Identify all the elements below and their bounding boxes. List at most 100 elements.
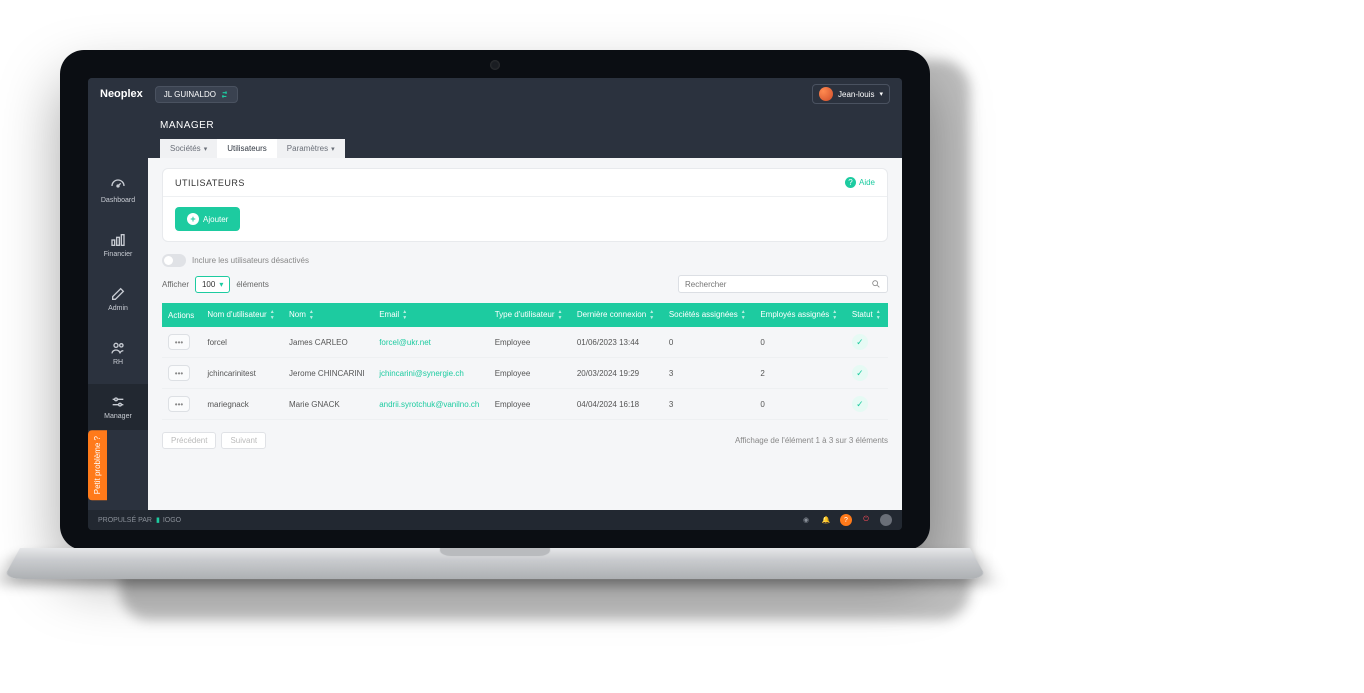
- col-last[interactable]: Dernière connexion: [571, 303, 663, 327]
- page-size-select[interactable]: 100 ▾: [195, 276, 230, 293]
- panel-header: UTILISATEURS ? Aide: [163, 169, 887, 197]
- main-content: UTILISATEURS ? Aide + Ajouter: [148, 158, 902, 510]
- chevron-down-icon: ▾: [219, 280, 223, 289]
- sidebar-item-rh[interactable]: RH: [88, 330, 148, 376]
- topbar: Neoplex JL GUINALDO Jean-louis ▾: [88, 78, 902, 110]
- help-icon: ?: [845, 177, 856, 188]
- cell-username: jchincarinitest: [201, 358, 283, 389]
- sidebar-item-dashboard[interactable]: Dashboard: [88, 168, 148, 214]
- tab-utilisateurs[interactable]: Utilisateurs: [217, 139, 277, 158]
- help-icon[interactable]: ?: [840, 514, 852, 526]
- cell-emp: 0: [754, 389, 846, 420]
- user-menu[interactable]: Jean-louis ▾: [812, 84, 890, 104]
- laptop-base: [3, 548, 987, 579]
- status-badge: ✓: [852, 365, 868, 381]
- sort-icon: [649, 309, 654, 321]
- avatar[interactable]: [880, 514, 892, 526]
- tab-bar: Sociétés ▾ Utilisateurs Paramètres ▾: [148, 139, 902, 158]
- search-icon: [871, 279, 881, 289]
- vendor: IOGO: [163, 517, 181, 524]
- prev-button[interactable]: Précédent: [162, 432, 216, 449]
- cell-username: forcel: [201, 327, 283, 358]
- tab-societes[interactable]: Sociétés ▾: [160, 139, 217, 158]
- cell-name: Jerome CHINCARINI: [283, 358, 373, 389]
- edit-icon: [110, 286, 126, 302]
- chevron-down-icon: ▾: [331, 145, 335, 153]
- section-header: MANAGER Sociétés ▾ Utilisateurs Paramètr…: [88, 110, 902, 158]
- table-row: •••forcelJames CARLEOforcel@ukr.netEmplo…: [162, 327, 888, 358]
- col-type[interactable]: Type d'utilisateur: [489, 303, 571, 327]
- col-email[interactable]: Email: [373, 303, 489, 327]
- cell-username: mariegnack: [201, 389, 283, 420]
- laptop-frame: Neoplex JL GUINALDO Jean-louis ▾ MANAGER…: [60, 50, 930, 550]
- cell-email[interactable]: andrii.syrotchuk@vanilnо.ch: [373, 389, 489, 420]
- col-username[interactable]: Nom d'utilisateur: [201, 303, 283, 327]
- sort-icon: [558, 309, 563, 321]
- feedback-tab[interactable]: Petit problème ?: [88, 430, 107, 500]
- cell-last: 01/06/2023 13:44: [571, 327, 663, 358]
- users-icon: [110, 340, 126, 356]
- col-actions: Actions: [162, 303, 201, 327]
- app-screen: Neoplex JL GUINALDO Jean-louis ▾ MANAGER…: [88, 78, 902, 530]
- avatar: [819, 87, 833, 101]
- tab-parametres[interactable]: Paramètres ▾: [277, 139, 345, 158]
- search-box[interactable]: [678, 275, 888, 293]
- cell-type: Employee: [489, 327, 571, 358]
- status-badge: ✓: [852, 334, 868, 350]
- cell-emp: 2: [754, 358, 846, 389]
- plus-icon: +: [187, 213, 199, 225]
- table-controls: Afficher 100 ▾ éléments: [162, 275, 888, 293]
- chart-icon: [110, 232, 126, 248]
- pagination: Précédent Suivant Affichage de l'élément…: [162, 432, 888, 449]
- col-emp[interactable]: Employés assignés: [754, 303, 846, 327]
- cell-email[interactable]: jchincarini@synergie.ch: [373, 358, 489, 389]
- brand: Neoplex: [100, 88, 143, 100]
- show-suffix: éléments: [236, 280, 268, 289]
- col-name[interactable]: Nom: [283, 303, 373, 327]
- org-name: JL GUINALDO: [164, 90, 216, 99]
- cell-type: Employee: [489, 358, 571, 389]
- sidebar-item-label: Admin: [108, 305, 128, 312]
- sidebar-item-label: Manager: [104, 413, 132, 420]
- chevron-down-icon: ▾: [879, 90, 883, 98]
- users-panel: UTILISATEURS ? Aide + Ajouter: [162, 168, 888, 242]
- cell-emp: 0: [754, 327, 846, 358]
- col-status[interactable]: Statut: [846, 303, 888, 327]
- sidebar-item-label: Dashboard: [101, 197, 135, 204]
- sort-icon: [832, 309, 837, 321]
- next-button[interactable]: Suivant: [221, 432, 266, 449]
- sidebar-item-manager[interactable]: Manager: [88, 384, 148, 430]
- search-input[interactable]: [685, 280, 865, 289]
- help-link[interactable]: ? Aide: [845, 177, 875, 188]
- table-row: •••mariegnackMarie GNACKandrii.syrotchuk…: [162, 389, 888, 420]
- sidebar-item-admin[interactable]: Admin: [88, 276, 148, 322]
- row-actions-button[interactable]: •••: [168, 396, 190, 412]
- row-actions-button[interactable]: •••: [168, 365, 190, 381]
- org-switcher[interactable]: JL GUINALDO: [155, 86, 238, 103]
- table-row: ••• jchincarinitestJerome CHINCARINIjchin…: [162, 358, 888, 389]
- cell-soc: 3: [663, 358, 755, 389]
- page-title: MANAGER: [148, 116, 902, 135]
- show-prefix: Afficher: [162, 280, 189, 289]
- col-soc[interactable]: Sociétés assignées: [663, 303, 755, 327]
- power-icon[interactable]: ⏻: [860, 514, 872, 526]
- row-actions-button[interactable]: •••: [168, 334, 190, 350]
- cell-type: Employee: [489, 389, 571, 420]
- bell-icon[interactable]: 🔔: [820, 514, 832, 526]
- status-badge: ✓: [852, 396, 868, 412]
- toggle-label: Inclure les utilisateurs désactivés: [192, 256, 309, 265]
- laptop-notch: [439, 548, 550, 556]
- panel-title: UTILISATEURS: [175, 178, 245, 188]
- dashboard-footer-icon[interactable]: ◉: [800, 514, 812, 526]
- chevron-down-icon: ▾: [204, 145, 208, 153]
- cell-last: 04/04/2024 16:18: [571, 389, 663, 420]
- users-table: Actions Nom d'utilisateur Nom Email Type…: [162, 303, 888, 420]
- sidebar-item-financier[interactable]: Financier: [88, 222, 148, 268]
- sort-icon: [270, 309, 275, 321]
- add-user-button[interactable]: + Ajouter: [175, 207, 240, 231]
- cell-email[interactable]: forcel@ukr.net: [373, 327, 489, 358]
- cell-soc: 0: [663, 327, 755, 358]
- include-disabled-row: Inclure les utilisateurs désactivés: [162, 254, 888, 267]
- powered-by: PROPULSÉ PAR: [98, 517, 152, 524]
- include-disabled-toggle[interactable]: [162, 254, 186, 267]
